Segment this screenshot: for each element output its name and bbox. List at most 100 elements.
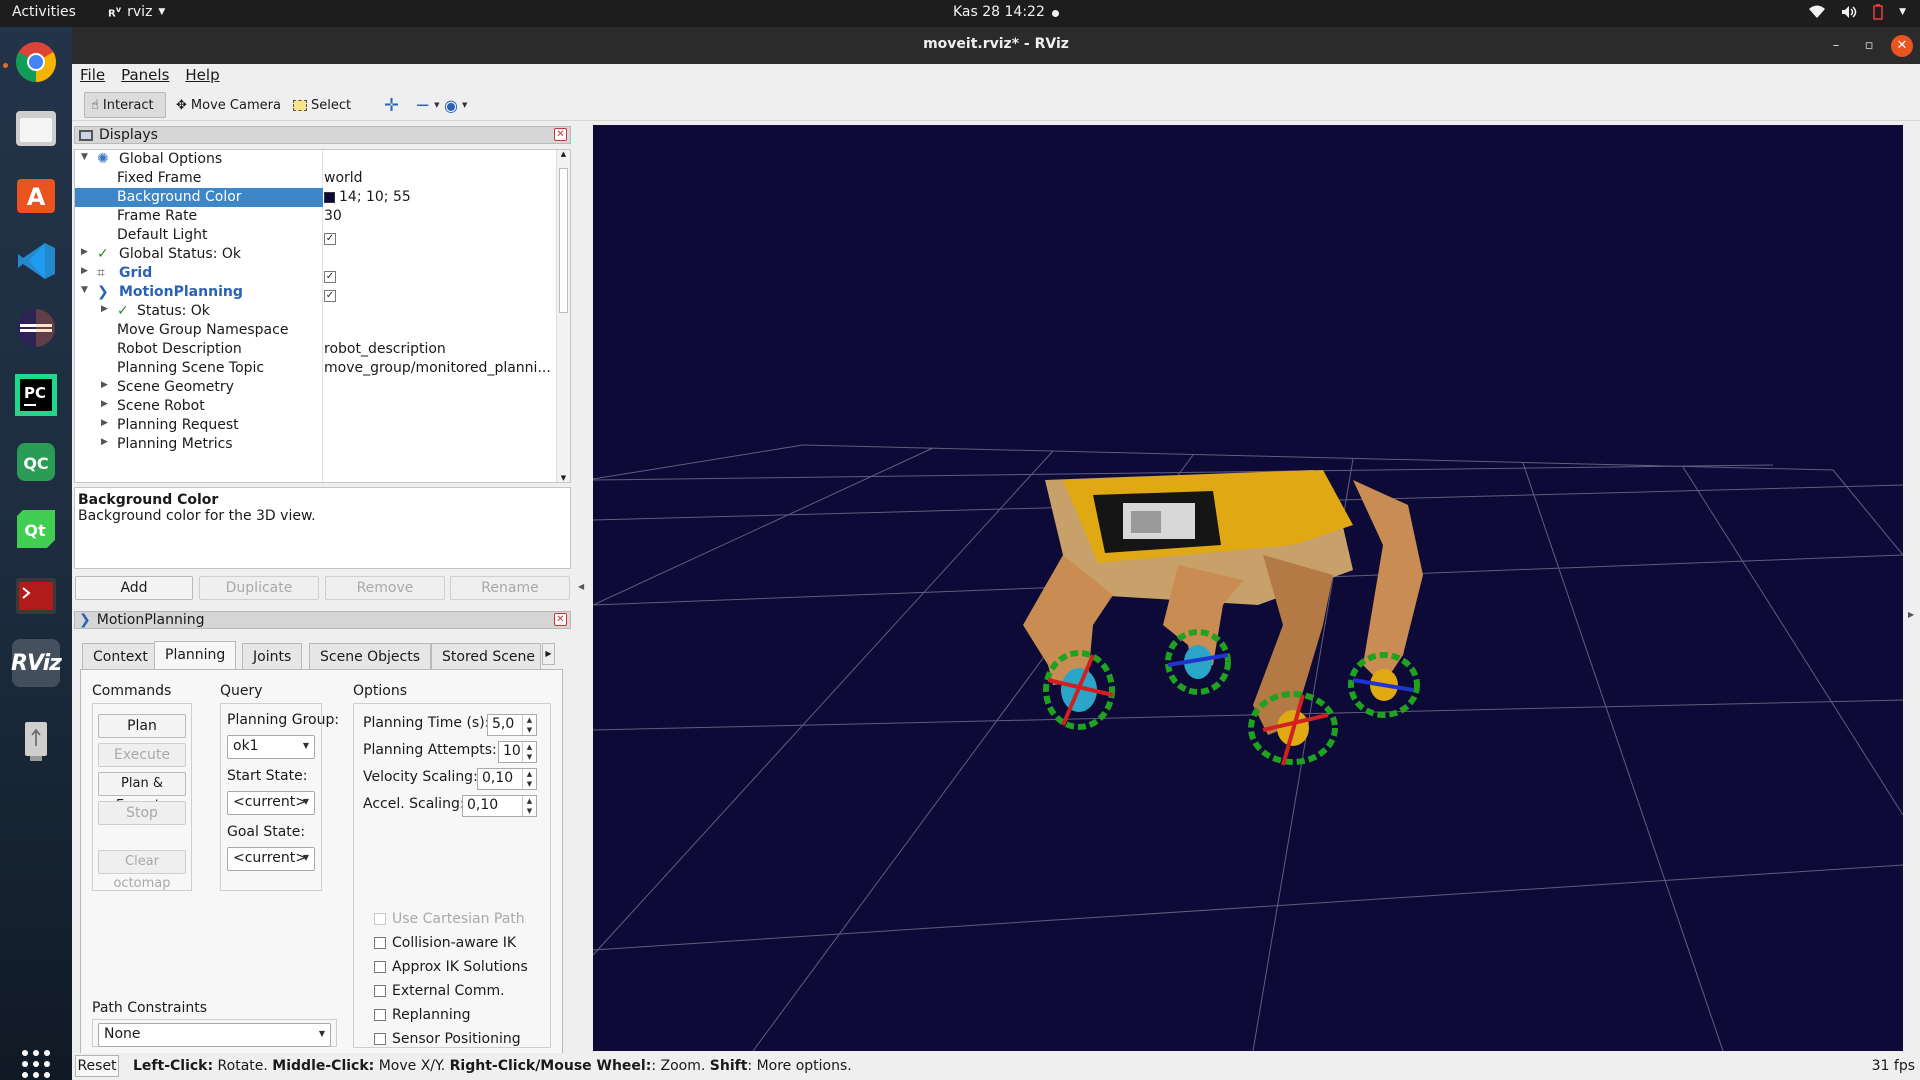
use-cartesian-path-option[interactable]: Use Cartesian Path (374, 910, 525, 928)
tree-row-status[interactable]: ▶ ✓ Status: Ok (75, 302, 556, 321)
spin-arrows-icon[interactable]: ▲ ▼ (522, 715, 536, 735)
scrollbar-thumb[interactable] (559, 168, 568, 313)
clear-octomap-button[interactable]: Clear octomap (98, 850, 186, 891)
usb-drive-icon[interactable] (12, 717, 60, 765)
splitter-arrow-icon[interactable]: ◀ (578, 582, 584, 591)
collapsed-arrow-icon[interactable]: ▶ (101, 437, 108, 447)
terminal-icon[interactable] (12, 572, 60, 620)
external-comm-checkbox[interactable] (374, 985, 386, 997)
start-state-select[interactable]: <current> ▼ (227, 791, 315, 815)
remove-display-button[interactable]: Remove (325, 576, 445, 600)
tree-row-global-status[interactable]: ▶ ✓ Global Status: Ok (75, 245, 556, 264)
reset-button[interactable]: Reset (75, 1055, 119, 1077)
planning-scene-topic-value[interactable]: move_group/monitored_planni... (324, 360, 551, 376)
interact-tool-button[interactable]: ☝ Interact (84, 92, 166, 118)
tree-row-global-options[interactable]: ▼ ✺ Global Options (75, 150, 556, 169)
tab-scene-objects[interactable]: Scene Objects (309, 643, 432, 670)
goal-state-select[interactable]: <current> ▼ (227, 847, 315, 871)
pycharm-icon[interactable]: PC (12, 371, 60, 419)
external-comm-option[interactable]: External Comm. (374, 982, 505, 1000)
path-constraints-select[interactable]: None ▼ (98, 1023, 331, 1047)
close-button[interactable]: ✕ (1891, 35, 1913, 57)
collapsed-arrow-icon[interactable]: ▶ (101, 399, 108, 409)
collapsed-arrow-icon[interactable]: ▶ (81, 247, 88, 257)
tab-scroll-right-icon[interactable]: ▶ (542, 643, 555, 665)
tree-row-planning-metrics[interactable]: ▶ Planning Metrics (75, 435, 556, 454)
qgroundcontrol-icon[interactable]: QC (12, 438, 60, 486)
accel-scaling-spinbox[interactable]: 0,10 ▲ ▼ (462, 795, 537, 817)
fixed-frame-value[interactable]: world (324, 170, 363, 186)
collapsed-arrow-icon[interactable]: ▶ (101, 418, 108, 428)
tree-row-default-light[interactable]: Default Light ✓ (75, 226, 556, 245)
approx-ik-option[interactable]: Approx IK Solutions (374, 958, 528, 976)
replanning-checkbox[interactable] (374, 1009, 386, 1021)
sensor-positioning-option[interactable]: Sensor Positioning (374, 1030, 521, 1048)
planning-attempts-spinbox[interactable]: 10 ▲ ▼ (498, 741, 537, 763)
collapsed-arrow-icon[interactable]: ▶ (101, 380, 108, 390)
collision-aware-ik-checkbox[interactable] (374, 937, 386, 949)
menu-panels[interactable]: Panels (113, 64, 177, 88)
tree-row-scene-robot[interactable]: ▶ Scene Robot (75, 397, 556, 416)
qt-creator-icon[interactable]: Qt (12, 505, 60, 553)
system-tray[interactable]: ▼ (1809, 4, 1906, 20)
activities-button[interactable]: Activities (12, 4, 76, 20)
chrome-icon[interactable] (12, 38, 60, 86)
approx-ik-checkbox[interactable] (374, 961, 386, 973)
vscode-icon[interactable] (12, 237, 60, 285)
window-titlebar[interactable]: moveit.rviz* - RViz – ▫ ✕ (72, 27, 1920, 64)
scroll-down-icon[interactable]: ▼ (557, 474, 570, 482)
planning-group-select[interactable]: ok1 ▼ (227, 735, 315, 759)
expanded-arrow-icon[interactable]: ▼ (81, 152, 88, 162)
tree-row-scene-geometry[interactable]: ▶ Scene Geometry (75, 378, 556, 397)
tree-scrollbar[interactable]: ▲ ▼ (556, 150, 570, 482)
stop-button[interactable]: Stop (98, 801, 186, 825)
tree-row-move-group-namespace[interactable]: Move Group Namespace (75, 321, 556, 340)
rename-display-button[interactable]: Rename (450, 576, 570, 600)
motion-planning-enabled-checkbox[interactable]: ✓ (324, 290, 336, 302)
planning-time-spinbox[interactable]: 5,0 ▲ ▼ (487, 714, 537, 736)
use-cartesian-path-checkbox[interactable] (374, 913, 386, 925)
execute-button[interactable]: Execute (98, 743, 186, 767)
plan-button[interactable]: Plan (98, 714, 186, 738)
tree-row-planning-request[interactable]: ▶ Planning Request (75, 416, 556, 435)
app-menu[interactable]: Rv rviz ▼ (108, 4, 165, 20)
tab-stored-scenes[interactable]: Stored Scene (431, 643, 541, 670)
right-dock-edge[interactable]: ▶ (1904, 125, 1920, 1051)
eye-view-icon[interactable]: ◉ ▼ (438, 92, 473, 118)
tab-joints[interactable]: Joints (242, 643, 303, 670)
collision-aware-ik-option[interactable]: Collision-aware IK (374, 934, 516, 952)
tab-context[interactable]: Context (82, 643, 159, 670)
eclipse-icon[interactable] (12, 304, 60, 352)
maximize-button[interactable]: ▫ (1858, 35, 1880, 57)
close-panel-icon[interactable]: ✕ (554, 128, 567, 141)
expanded-arrow-icon[interactable]: ▼ (81, 285, 88, 295)
files-icon[interactable] (12, 104, 60, 152)
velocity-scaling-spinbox[interactable]: 0,10 ▲ ▼ (477, 768, 537, 790)
tree-row-fixed-frame[interactable]: Fixed Frame world (75, 169, 556, 188)
select-tool-button[interactable]: Select (287, 92, 357, 118)
show-applications-icon[interactable] (12, 1040, 60, 1080)
spin-arrows-icon[interactable]: ▲ ▼ (522, 742, 536, 762)
tree-row-motion-planning[interactable]: ▼ ❯ MotionPlanning ✓ (75, 283, 556, 302)
scroll-up-icon[interactable]: ▲ (557, 150, 570, 158)
replanning-option[interactable]: Replanning (374, 1006, 470, 1024)
close-panel-icon[interactable]: ✕ (554, 613, 567, 626)
3d-render-view[interactable] (593, 125, 1903, 1051)
ubuntu-software-icon[interactable]: A (12, 170, 60, 218)
tree-row-robot-description[interactable]: Robot Description robot_description (75, 340, 556, 359)
displays-tree[interactable]: ▼ ✺ Global Options Fixed Frame world Bac… (74, 149, 571, 483)
plan-and-execute-button[interactable]: Plan & Execute (98, 772, 186, 813)
spin-arrows-icon[interactable]: ▲ ▼ (522, 796, 536, 816)
sensor-positioning-checkbox[interactable] (374, 1033, 386, 1045)
background-color-value[interactable]: 14; 10; 55 (324, 189, 411, 205)
splitter-arrow-icon[interactable]: ▶ (1908, 610, 1914, 619)
spin-arrows-icon[interactable]: ▲ ▼ (522, 769, 536, 789)
menu-help[interactable]: Help (177, 64, 227, 88)
default-light-checkbox[interactable]: ✓ (324, 233, 336, 245)
frame-rate-value[interactable]: 30 (324, 208, 342, 224)
robot-description-value[interactable]: robot_description (324, 341, 446, 357)
tree-row-background-color[interactable]: Background Color 14; 10; 55 (75, 188, 556, 207)
rviz-icon[interactable]: RViz (11, 639, 62, 687)
duplicate-display-button[interactable]: Duplicate (199, 576, 319, 600)
tree-row-grid[interactable]: ▶ ⌗ Grid ✓ (75, 264, 556, 283)
